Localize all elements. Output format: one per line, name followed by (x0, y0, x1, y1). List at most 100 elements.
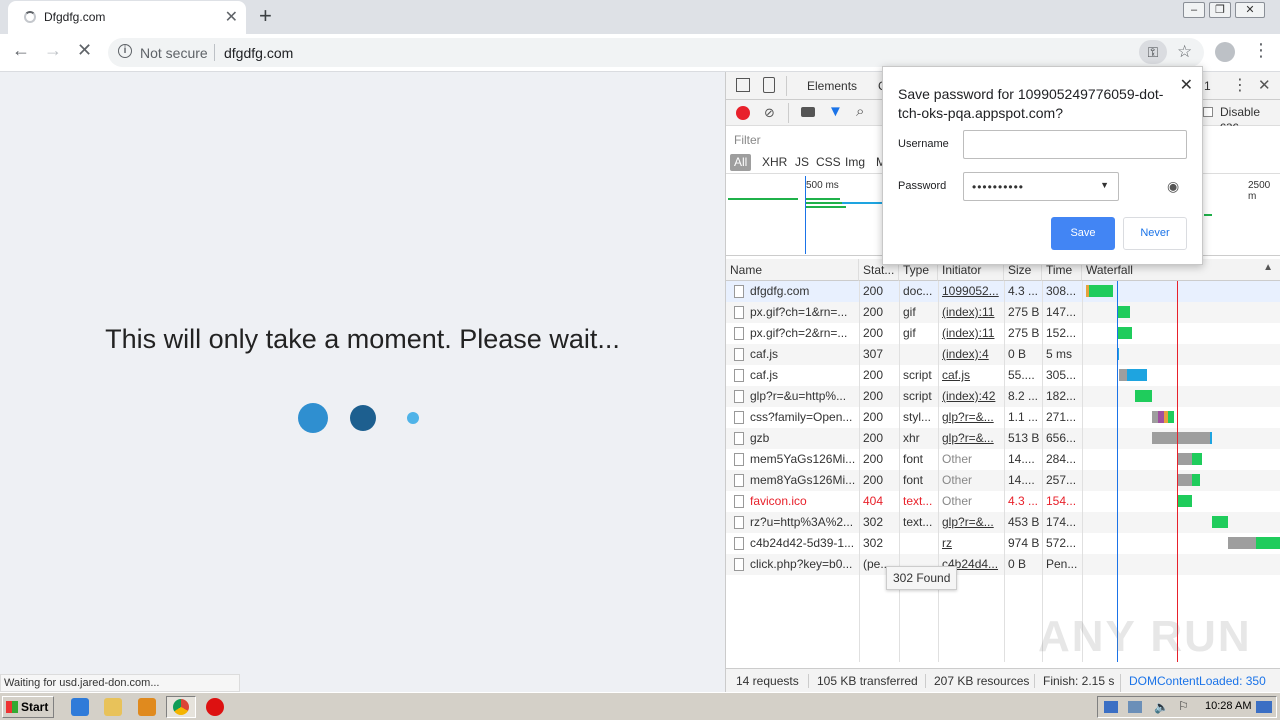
table-row[interactable]: caf.js 307 (index):4 0 B 5 ms (726, 344, 1280, 365)
column-divider (1042, 281, 1043, 662)
table-row[interactable]: px.gif?ch=2&rn=... 200 gif (index):11 275 B 1… (726, 323, 1280, 344)
column-header-name[interactable]: Name (726, 259, 859, 281)
new-tab-button[interactable]: + (259, 3, 272, 29)
filter-icon[interactable]: ▼ (828, 103, 843, 120)
cell-status: 200 (863, 473, 884, 487)
table-row[interactable]: caf.js 200 script caf.js 55.... 305... (726, 365, 1280, 386)
cell-initiator[interactable]: 1099052... (938, 281, 1004, 302)
folder-icon[interactable] (104, 698, 122, 716)
tray-icon[interactable] (1104, 701, 1118, 713)
type-filter-css[interactable]: CSS (816, 155, 841, 169)
file-icon (734, 390, 744, 403)
cell-name: glp?r=&u=http%... (750, 389, 847, 403)
devtools-menu-icon[interactable]: ⋮ (1232, 75, 1248, 95)
internet-explorer-icon[interactable] (71, 698, 89, 716)
table-row[interactable]: mem8YaGs126Mi... 200 font Other 14.... 257... (726, 470, 1280, 491)
back-icon[interactable]: ← (12, 40, 30, 61)
cell-time: 305... (1046, 368, 1077, 382)
table-row[interactable]: glp?r=&u=http%... 200 script (index):42 8.2 … (726, 386, 1280, 407)
dialog-close-icon[interactable]: ✕ (1180, 75, 1193, 95)
type-filter-js[interactable]: JS (795, 155, 809, 169)
cell-initiator[interactable]: glp?r=&... (938, 407, 1004, 428)
cell-name: mem8YaGs126Mi... (750, 473, 856, 487)
table-row[interactable]: dfgdfg.com 200 doc... 1099052... 4.3 ... 308.… (726, 281, 1280, 302)
security-app-icon[interactable] (206, 698, 224, 716)
device-toolbar-icon[interactable] (763, 77, 775, 93)
username-field[interactable] (963, 130, 1187, 159)
save-button[interactable]: Save (1051, 217, 1115, 250)
search-icon[interactable]: ⌕ (856, 103, 864, 120)
cell-type: gif (903, 305, 916, 319)
dropdown-arrow-icon[interactable]: ▼ (1100, 180, 1110, 190)
close-window-button[interactable]: ✕ (1235, 2, 1265, 18)
table-row[interactable]: css?family=Open... 200 styl... glp?r=&... 1.… (726, 407, 1280, 428)
never-button[interactable]: Never (1123, 217, 1187, 250)
volume-icon[interactable]: 🔈 (1154, 700, 1169, 714)
cell-status: 200 (863, 410, 884, 424)
type-filter-img[interactable]: Img (845, 155, 865, 169)
tab-close-icon[interactable]: ✕ (225, 7, 238, 27)
tab-active[interactable]: Dfgdfg.com ✕ (8, 1, 246, 34)
minimize-button[interactable]: – (1183, 2, 1205, 18)
clear-icon[interactable]: ⊘ (764, 105, 775, 121)
cell-size: 453 B (1008, 515, 1040, 529)
restore-button[interactable]: ❐ (1209, 2, 1231, 18)
table-row[interactable]: click.php?key=b0... (pe... c4b24d4... 0 B Pe… (726, 554, 1280, 575)
filter-input[interactable]: Filter (734, 133, 761, 147)
table-row[interactable]: favicon.ico 404 text... Other 4.3 ... 154... (726, 491, 1280, 512)
media-player-icon[interactable] (138, 698, 156, 716)
info-icon[interactable]: i (118, 44, 132, 58)
forward-icon[interactable]: → (44, 40, 62, 61)
key-icon[interactable]: ⚿ (1139, 40, 1167, 64)
error-count-badge[interactable]: 1 (1204, 79, 1211, 93)
show-desktop-icon[interactable] (1256, 701, 1272, 713)
cell-size: 275 B (1008, 326, 1040, 340)
table-row[interactable]: c4b24d42-5d39-1... 302 rz 974 B 572... (726, 533, 1280, 554)
tab-elements[interactable]: Elements (807, 79, 857, 93)
table-row[interactable]: gzb 200 xhr glp?r=&... 513 B 656... (726, 428, 1280, 449)
network-summary: 14 requests 105 KB transferred 207 KB re… (726, 668, 1280, 702)
record-icon[interactable] (736, 106, 750, 120)
file-icon (734, 537, 744, 550)
cell-initiator[interactable]: (index):42 (938, 386, 1004, 407)
network-icon[interactable] (1128, 701, 1142, 713)
cell-initiator[interactable]: glp?r=&... (938, 512, 1004, 533)
windows-logo-icon (6, 701, 18, 713)
cell-initiator[interactable]: rz (938, 533, 1004, 554)
cell-initiator[interactable]: (index):11 (938, 323, 1004, 344)
stop-loading-icon[interactable]: ✕ (77, 40, 92, 61)
cell-initiator[interactable]: glp?r=&... (938, 428, 1004, 449)
file-icon (734, 474, 744, 487)
cell-time: 284... (1046, 452, 1077, 466)
url-text[interactable]: dfgdfg.com (224, 45, 293, 61)
table-row[interactable]: rz?u=http%3A%2... 302 text... glp?r=&... 453… (726, 512, 1280, 533)
show-password-eye-icon[interactable]: ◉ (1167, 178, 1179, 195)
password-field[interactable]: •••••••••• ▼ (963, 172, 1119, 201)
table-row[interactable]: mem5YaGs126Mi... 200 font Other 14.... 284... (726, 449, 1280, 470)
cell-type: doc... (903, 284, 933, 298)
start-button[interactable]: Start (2, 696, 54, 718)
waterfall-bar (1178, 474, 1192, 486)
bookmark-star-icon[interactable]: ☆ (1177, 42, 1192, 62)
cell-type: script (903, 389, 932, 403)
status-bubble: Waiting for usd.jared-don.com... (0, 674, 240, 692)
security-label[interactable]: Not secure (140, 45, 208, 61)
inspect-icon[interactable] (736, 78, 750, 92)
profile-avatar[interactable] (1215, 42, 1235, 62)
browser-menu-icon[interactable]: ⋮ (1252, 40, 1270, 61)
type-filter-xhr[interactable]: XHR (762, 155, 787, 169)
address-bar[interactable]: i Not secure dfgdfg.com (108, 38, 1204, 67)
flag-icon[interactable]: ⚐ (1178, 699, 1189, 713)
chrome-task-button[interactable] (166, 696, 196, 718)
cell-initiator[interactable]: (index):11 (938, 302, 1004, 323)
cell-type: script (903, 368, 932, 382)
type-filter-all[interactable]: All (730, 154, 752, 171)
cell-initiator[interactable]: caf.js (938, 365, 1004, 386)
camera-icon[interactable] (801, 107, 815, 117)
devtools-close-icon[interactable]: ✕ (1258, 76, 1271, 94)
table-row[interactable]: px.gif?ch=1&rn=... 200 gif (index):11 275 B 1… (726, 302, 1280, 323)
waterfall-bar (1118, 306, 1130, 318)
disable-cache-checkbox[interactable] (1203, 107, 1213, 117)
taskbar: Start 🔈 ⚐ 10:28 AM (0, 692, 1280, 720)
cell-initiator[interactable]: (index):4 (938, 344, 1004, 365)
